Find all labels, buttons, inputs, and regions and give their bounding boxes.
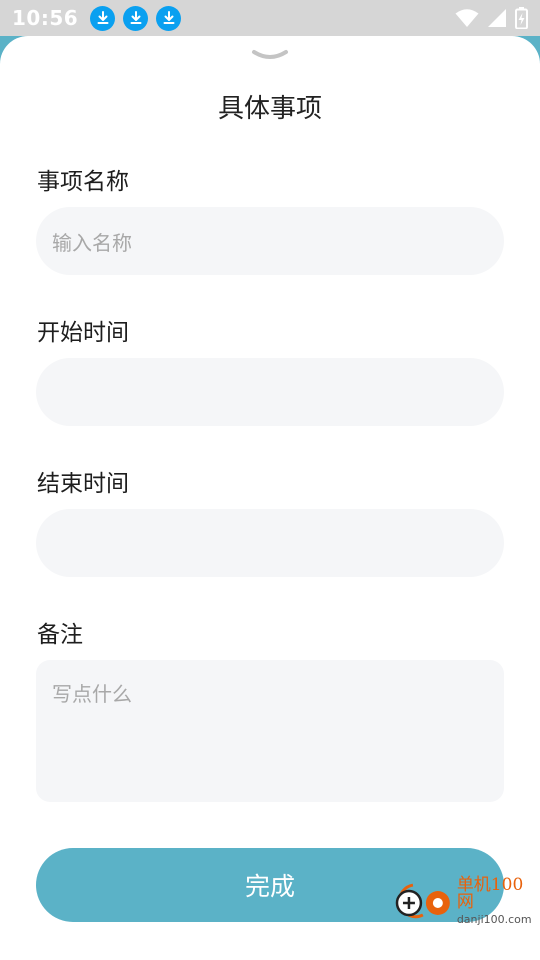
end-time-label: 结束时间	[37, 471, 129, 497]
status-bar: 10:56	[0, 0, 540, 36]
screen: 10:56 具体事项 事项名称 输入名称 开始时间 结束时间 备注 写点什么 完…	[0, 0, 540, 960]
wifi-icon	[455, 9, 479, 27]
site-watermark: 单机100网 danji100.com	[393, 875, 540, 926]
notes-label: 备注	[37, 622, 83, 648]
watermark-url: danji100.com	[456, 913, 532, 926]
download-icon	[90, 5, 116, 31]
download-icon	[123, 5, 149, 31]
download-icon	[156, 5, 182, 31]
sheet-title: 具体事项	[217, 94, 322, 124]
status-time: 10:56	[12, 6, 79, 30]
name-label: 事项名称	[37, 169, 129, 195]
watermark-text: 单机100网 danji100.com	[456, 875, 540, 926]
name-input-placeholder: 输入名称	[52, 230, 132, 255]
watermark-logo-icon	[395, 883, 450, 919]
battery-icon	[515, 7, 528, 29]
notification-icons	[90, 5, 182, 31]
notes-textarea[interactable]: 写点什么	[36, 660, 504, 802]
start-time-input[interactable]	[36, 358, 504, 426]
cell-signal-icon	[488, 9, 506, 27]
watermark-brand: 单机100网	[456, 875, 524, 912]
bottom-sheet: 具体事项 事项名称 输入名称 开始时间 结束时间 备注 写点什么 完成	[0, 36, 540, 960]
notes-placeholder: 写点什么	[52, 682, 132, 706]
end-time-input[interactable]	[36, 509, 504, 577]
collapse-handle-icon[interactable]	[251, 48, 289, 62]
status-right	[455, 7, 528, 29]
name-input[interactable]: 输入名称	[36, 207, 504, 275]
start-time-label: 开始时间	[37, 320, 129, 346]
